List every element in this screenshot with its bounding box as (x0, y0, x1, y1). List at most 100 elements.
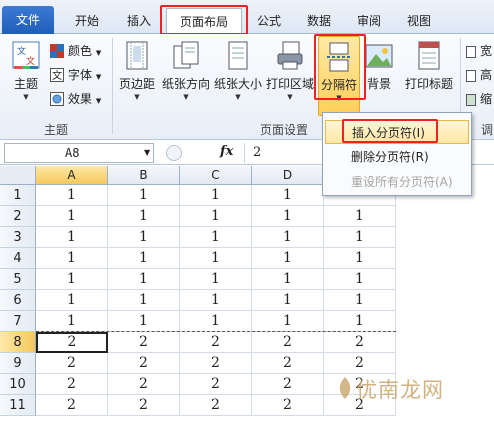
width-scale-button[interactable]: 宽 (466, 41, 492, 61)
cell[interactable]: 1 (36, 269, 108, 290)
height-scale-button[interactable]: 高 (466, 65, 492, 85)
row-header[interactable]: 5 (0, 269, 36, 290)
tab-home[interactable]: 开始 (62, 8, 112, 34)
row-header[interactable]: 10 (0, 374, 36, 395)
cell[interactable]: 2 (252, 395, 324, 416)
cell[interactable]: 1 (36, 290, 108, 311)
cell[interactable]: 2 (252, 353, 324, 374)
column-header-a[interactable]: A (36, 166, 108, 185)
cell[interactable]: 1 (108, 185, 180, 206)
cell[interactable]: 2 (324, 353, 396, 374)
cell[interactable]: 1 (252, 227, 324, 248)
cell[interactable]: 1 (108, 227, 180, 248)
cell[interactable]: 1 (324, 248, 396, 269)
margins-button[interactable]: 页边距 ▼ (116, 40, 158, 101)
cell[interactable]: 2 (36, 395, 108, 416)
function-icon[interactable]: fx (220, 144, 233, 159)
cell[interactable]: 2 (180, 353, 252, 374)
cell[interactable]: 1 (36, 227, 108, 248)
tab-review[interactable]: 审阅 (346, 8, 392, 34)
cell[interactable]: 1 (108, 206, 180, 227)
cell[interactable]: 1 (36, 206, 108, 227)
effects-button[interactable]: 效果 ▼ (50, 89, 101, 109)
themes-button[interactable]: 文 文 主题 ▼ (8, 40, 44, 101)
size-button[interactable]: 纸张大小 ▼ (212, 40, 264, 101)
cell[interactable]: 1 (36, 248, 108, 269)
cell[interactable]: 1 (252, 290, 324, 311)
row-header[interactable]: 1 (0, 185, 36, 206)
cell[interactable]: 2 (108, 374, 180, 395)
tab-view[interactable]: 视图 (396, 8, 442, 34)
cell[interactable]: 1 (324, 269, 396, 290)
colors-icon (50, 44, 64, 58)
fonts-icon: 文 (50, 68, 64, 82)
cell[interactable]: 2 (180, 332, 252, 353)
cell[interactable]: 1 (180, 206, 252, 227)
cell[interactable]: 2 (108, 395, 180, 416)
cell[interactable]: 2 (108, 353, 180, 374)
cell[interactable]: 2 (252, 332, 324, 353)
cell[interactable]: 1 (108, 269, 180, 290)
cell[interactable]: 1 (180, 269, 252, 290)
tab-formulas[interactable]: 公式 (246, 8, 292, 34)
cell[interactable]: 1 (252, 311, 324, 332)
row-header[interactable]: 9 (0, 353, 36, 374)
tab-file[interactable]: 文件 (2, 6, 54, 34)
background-button[interactable]: 背景 (362, 40, 396, 92)
cell[interactable]: 2 (108, 332, 180, 353)
column-header-d[interactable]: D (252, 166, 324, 185)
cell[interactable]: 1 (252, 185, 324, 206)
tab-data[interactable]: 数据 (296, 8, 342, 34)
cell[interactable]: 1 (324, 227, 396, 248)
orientation-button[interactable]: 纸张方向 ▼ (160, 40, 212, 101)
cell[interactable]: 2 (180, 395, 252, 416)
cell[interactable]: 1 (252, 206, 324, 227)
tab-insert[interactable]: 插入 (114, 8, 164, 34)
cell[interactable]: 2 (36, 374, 108, 395)
cell[interactable]: 1 (324, 290, 396, 311)
cell[interactable]: 1 (324, 206, 396, 227)
name-box-dropdown-icon[interactable]: ▼ (144, 148, 150, 157)
row-header[interactable]: 7 (0, 311, 36, 332)
tab-page-layout[interactable]: 页面布局 (166, 8, 242, 35)
name-box[interactable]: A8 (4, 143, 154, 163)
scale-button[interactable]: 缩 (466, 89, 492, 109)
remove-page-break-item[interactable]: 删除分页符(R) (325, 145, 469, 169)
cell[interactable]: 1 (180, 311, 252, 332)
print-area-icon (275, 40, 305, 72)
active-cell[interactable]: 2 (36, 332, 108, 353)
cell[interactable]: 2 (180, 374, 252, 395)
print-area-button[interactable]: 打印区域 ▼ (264, 40, 316, 101)
cell[interactable]: 2 (36, 353, 108, 374)
cell[interactable]: 1 (180, 248, 252, 269)
row-header[interactable]: 4 (0, 248, 36, 269)
cell[interactable]: 2 (324, 332, 396, 353)
cell[interactable]: 1 (180, 290, 252, 311)
cell[interactable]: 2 (252, 374, 324, 395)
row-header[interactable]: 8 (0, 332, 36, 353)
print-titles-button[interactable]: 打印标题 (400, 40, 458, 92)
row-header[interactable]: 11 (0, 395, 36, 416)
colors-button[interactable]: 颜色 ▼ (50, 41, 101, 61)
cell[interactable]: 1 (108, 311, 180, 332)
watermark: 优南龙网 (356, 378, 444, 402)
cell[interactable]: 1 (180, 185, 252, 206)
row-header[interactable]: 3 (0, 227, 36, 248)
cell[interactable]: 1 (36, 185, 108, 206)
cell[interactable]: 1 (252, 269, 324, 290)
fonts-button[interactable]: 文 字体 ▼ (50, 65, 101, 85)
breaks-button[interactable]: 分隔符 ▼ (318, 36, 360, 116)
insert-page-break-item[interactable]: 插入分页符(I) (325, 120, 469, 144)
cell[interactable]: 1 (36, 311, 108, 332)
select-all-corner[interactable] (0, 166, 36, 185)
row-header[interactable]: 2 (0, 206, 36, 227)
formula-bar-scroll-icon[interactable] (166, 145, 182, 161)
cell[interactable]: 1 (108, 290, 180, 311)
cell[interactable]: 1 (324, 311, 396, 332)
row-header[interactable]: 6 (0, 290, 36, 311)
cell[interactable]: 1 (108, 248, 180, 269)
column-header-c[interactable]: C (180, 166, 252, 185)
cell[interactable]: 1 (180, 227, 252, 248)
cell[interactable]: 1 (252, 248, 324, 269)
column-header-b[interactable]: B (108, 166, 180, 185)
